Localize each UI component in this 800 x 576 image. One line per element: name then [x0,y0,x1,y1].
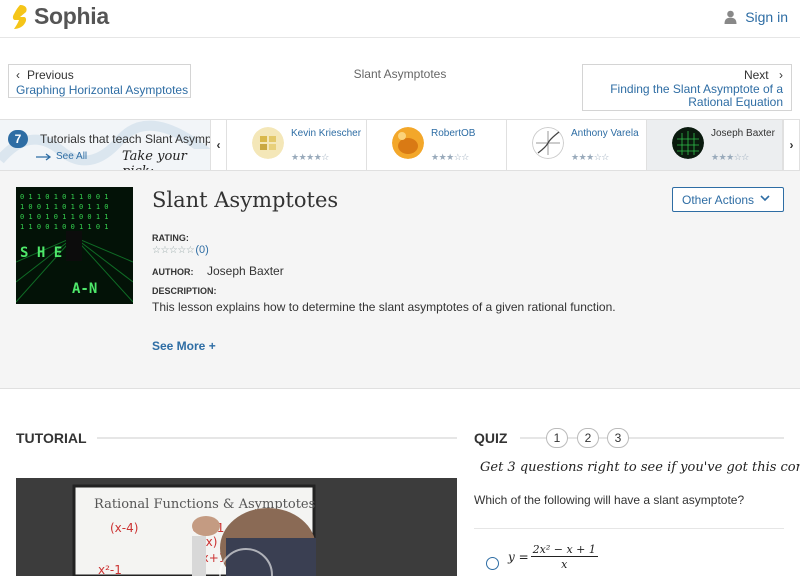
svg-text:0 1 1 0 1 0 1 1 0 0 1: 0 1 1 0 1 0 1 1 0 0 1 [20,193,109,201]
tutorials-strip: 7 Tutorials that teach Slant Asymp See A… [0,119,800,171]
quiz-prompt: Get 3 questions right to see if you've g… [480,460,800,475]
next-lesson-button[interactable]: Next › Finding the Slant Asymptote of a … [582,64,792,111]
tutorial-card[interactable]: Anthony Varela ★★★☆☆ [507,120,647,170]
sophia-logo[interactable]: Sophia [10,3,109,30]
rating-stars: ☆☆☆☆☆ [152,244,195,256]
tutorial-rating-stars: ★★★★☆ [291,152,329,162]
formula-lhs: y = [508,550,529,564]
carousel-prev-button[interactable]: ‹ [210,120,227,170]
matrix-thumbnail-image: 0 1 1 0 1 0 1 1 0 0 1 1 0 0 1 1 0 1 0 1 … [16,187,133,304]
answer-formula: y = 2x² − x + 1 x [508,543,598,571]
rating-count: (0) [195,244,209,256]
lesson-author: Joseph Baxter [207,264,284,278]
lesson-description: This lesson explains how to determine th… [152,300,616,314]
see-all-link[interactable]: See All [36,151,87,162]
other-actions-label: Other Actions [682,192,755,207]
sign-in-label: Sign in [745,9,788,25]
formula-numerator: 2x² − x + 1 [530,543,598,557]
next-lesson-title: Finding the Slant Asymptote of a Rationa… [610,82,783,109]
current-lesson-title: Slant Asymptotes [353,67,447,81]
top-header: Sophia Sign in [0,0,800,38]
avatar [252,127,284,159]
see-more-link[interactable]: See More + [152,339,216,353]
chevron-left-icon: ‹ [216,138,221,152]
tutorial-rating-stars: ★★★☆☆ [571,152,609,162]
chevron-left-icon: ‹ [16,68,20,82]
see-all-label: See All [56,151,88,162]
tutorial-count-badge: 7 [8,130,28,148]
chevron-down-icon [760,195,770,202]
avatar [392,127,424,159]
lesson-thumbnail: 0 1 1 0 1 0 1 1 0 0 1 1 0 0 1 1 0 1 0 1 … [16,187,133,304]
user-icon [724,10,737,24]
tutorial-card-selected[interactable]: Joseph Baxter ★★★☆☆ [647,120,783,170]
tutorial-author: Joseph Baxter [711,128,775,139]
board-title: Rational Functions & Asymptotes [94,497,315,512]
formula-denominator: x [561,558,568,571]
next-label: Next [743,68,769,82]
tutorial-author: Kevin Kriescher [291,128,362,139]
answer-radio[interactable] [486,557,499,570]
tutorial-rating-stars: ★★★☆☆ [431,152,469,162]
quiz-step-3[interactable]: 3 [607,428,629,448]
svg-text:(x-4): (x-4) [110,521,138,535]
lesson-title: Slant Asymptotes [152,188,339,212]
quiz-step-2[interactable]: 2 [577,428,599,448]
svg-text:A-N: A-N [72,281,97,297]
svg-text:0 1 0 1 0 1 1 0 0 1 1: 0 1 0 1 0 1 1 0 0 1 1 [20,213,109,221]
tutorials-summary: 7 Tutorials that teach Slant Asymp See A… [0,120,210,170]
rating-label: RATING: [152,233,189,243]
arrow-right-icon [36,152,52,161]
lesson-details: 0 1 1 0 1 0 1 1 0 0 1 1 0 0 1 1 0 1 0 1 … [0,171,800,389]
previous-lesson-button[interactable]: ‹ Previous Graphing Horizontal Asymptote… [8,64,191,98]
sign-in-link[interactable]: Sign in [724,9,788,25]
previous-label: Previous [27,68,74,82]
take-your-pick-label: Take your pick: [120,149,210,170]
tutorial-video-player[interactable]: Rational Functions & Asymptotes (x-4) 0x… [16,478,457,576]
tutorial-heading: TUTORIAL [16,430,87,446]
avatar [532,127,564,159]
description-label: DESCRIPTION: [152,286,217,296]
svg-text:x²-1: x²-1 [98,563,122,576]
tutorial-rating-stars: ★★★☆☆ [711,152,749,162]
tutorial-author: RobertOB [431,128,476,139]
author-label: AUTHOR: [152,267,194,277]
video-frame-image: Rational Functions & Asymptotes (x-4) 0x… [16,478,457,576]
carousel-next-button[interactable]: › [783,120,800,170]
avatar [672,127,704,159]
quiz-heading: QUIZ [474,430,508,446]
previous-lesson-title: Graphing Horizontal Asymptotes [16,83,189,97]
tutorial-card[interactable]: Kevin Kriescher ★★★★☆ [227,120,367,170]
divider [97,437,457,439]
other-actions-button[interactable]: Other Actions [672,187,784,212]
svg-text:1 0 0 1 1 0 1 0 1 1 0: 1 0 0 1 1 0 1 0 1 1 0 [20,203,109,211]
chevron-right-icon: › [779,68,783,82]
logo-text: Sophia [34,3,109,29]
svg-text:S H E: S H E [20,245,62,261]
quiz-answer-option[interactable]: y = 2x² − x + 1 x [474,528,784,576]
svg-text:1 1 0 0 1 0 0 1 1 0 1: 1 1 0 0 1 0 0 1 1 0 1 [20,223,109,231]
quiz-step-1[interactable]: 1 [546,428,568,448]
tutorial-author: Anthony Varela [571,128,639,139]
tutorials-title: Tutorials that teach Slant Asymp [40,132,210,146]
tutorial-card[interactable]: RobertOB ★★★☆☆ [367,120,507,170]
formula-fraction: 2x² − x + 1 x [530,543,598,571]
lesson-rating[interactable]: ☆☆☆☆☆ (0) [152,244,209,256]
chevron-right-icon: › [789,138,794,152]
sophia-logo-icon [12,4,27,29]
quiz-question: Which of the following will have a slant… [474,493,745,507]
lesson-navigation: ‹ Previous Graphing Horizontal Asymptote… [0,57,800,119]
